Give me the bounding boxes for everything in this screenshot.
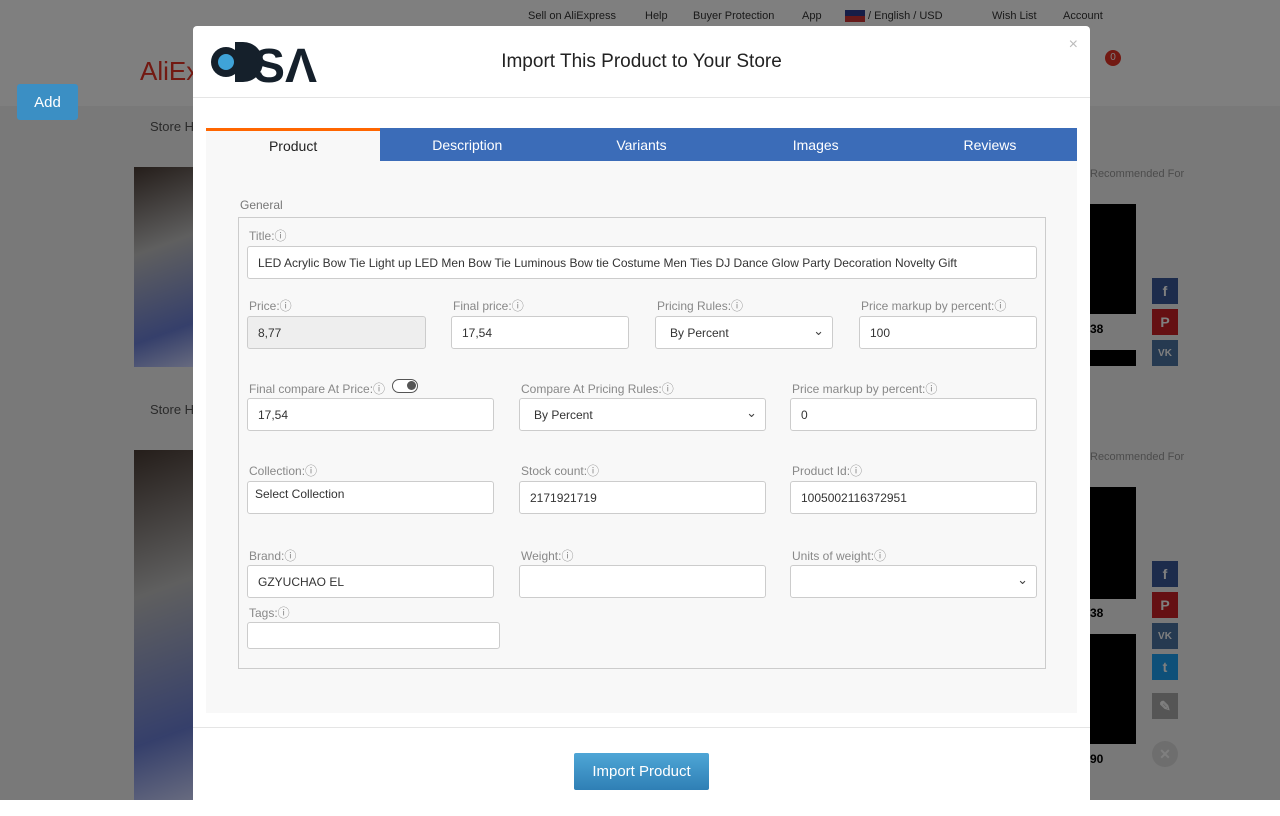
price-input[interactable]: 8,77 [247,316,426,349]
close-icon[interactable]: × [1069,36,1078,54]
product-form: General Title:ⓘ LED Acrylic Bow Tie Ligh… [206,161,1077,713]
weight-label: Weight:ⓘ [521,549,574,563]
product-id-input[interactable]: 1005002116372951 [790,481,1037,514]
final-price-label: Final price:ⓘ [453,299,524,313]
brand-input[interactable]: GZYUCHAO EL [247,565,494,598]
brand-label: Brand:ⓘ [249,549,297,563]
weight-input[interactable] [519,565,766,598]
units-label: Units of weight:ⓘ [792,549,887,563]
tab-description[interactable]: Description [380,128,554,161]
compare-rules-select[interactable]: By Percent [519,398,766,431]
title-input[interactable]: LED Acrylic Bow Tie Light up LED Men Bow… [247,246,1037,279]
collection-select[interactable]: Select Collection [247,481,494,514]
title-label: Title:ⓘ [249,229,287,243]
compare-rules-label: Compare At Pricing Rules:ⓘ [521,382,674,396]
compare-price-input[interactable]: 17,54 [247,398,494,431]
stock-label: Stock count:ⓘ [521,464,600,478]
compare-markup-label: Price markup by percent:ⓘ [792,382,938,396]
compare-price-label: Final compare At Price:ⓘ [249,382,386,396]
product-id-label: Product Id:ⓘ [792,464,863,478]
modal-header: SΛ Import This Product to Your Store × [193,26,1090,98]
final-price-input[interactable]: 17,54 [451,316,629,349]
compare-markup-input[interactable]: 0 [790,398,1037,431]
toggle-knob [407,381,416,390]
import-product-button[interactable]: Import Product [574,753,709,790]
modal-title: Import This Product to Your Store [501,51,782,72]
section-general: General [240,198,283,212]
markup-label: Price markup by percent:ⓘ [861,299,1007,313]
collection-label: Collection:ⓘ [249,464,318,478]
tab-images[interactable]: Images [729,128,903,161]
stock-input[interactable]: 2171921719 [519,481,766,514]
tags-label: Tags:ⓘ [249,606,290,620]
tab-reviews[interactable]: Reviews [903,128,1077,161]
import-modal: SΛ Import This Product to Your Store × P… [193,26,1090,816]
add-button[interactable]: Add [17,84,78,120]
pricing-rules-label: Pricing Rules:ⓘ [657,299,744,313]
general-fieldset: Title:ⓘ LED Acrylic Bow Tie Light up LED… [238,217,1046,669]
tab-product[interactable]: Product [206,128,381,161]
modal-footer [193,727,1090,728]
compare-price-toggle[interactable] [392,379,418,393]
units-select[interactable] [790,565,1037,598]
tab-bar: Product Description Variants Images Revi… [206,128,1077,161]
pricing-rules-select[interactable]: By Percent [655,316,833,349]
price-label: Price:ⓘ [249,299,292,313]
tags-input[interactable] [247,622,500,649]
markup-input[interactable]: 100 [859,316,1037,349]
tab-variants[interactable]: Variants [554,128,728,161]
